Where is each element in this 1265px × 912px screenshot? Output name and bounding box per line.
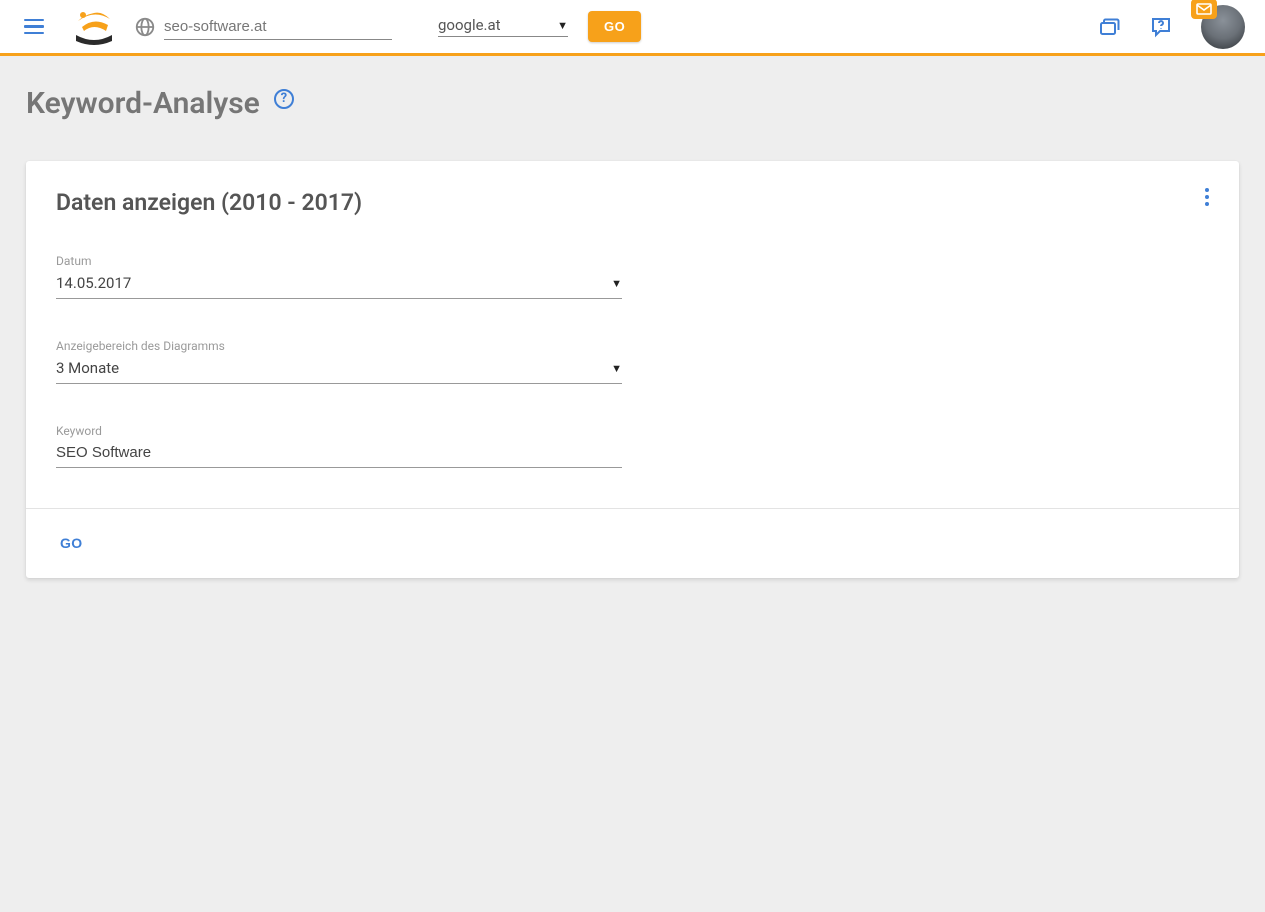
search-engine-value: google.at (438, 16, 557, 34)
keyword-field-group: Keyword (56, 424, 622, 468)
help-chat-icon[interactable] (1149, 15, 1173, 39)
page-title: Keyword-Analyse (26, 86, 260, 121)
page-title-row: Keyword-Analyse ? (26, 86, 1239, 121)
go-button[interactable]: GO (588, 11, 641, 42)
date-select[interactable]: 14.05.2017 ▼ (56, 274, 622, 299)
date-label: Datum (56, 254, 622, 268)
card-title: Daten anzeigen (2010 - 2017) (56, 189, 1209, 216)
card-actions: GO (26, 508, 1239, 578)
card-menu-button[interactable] (1205, 185, 1209, 209)
range-value: 3 Monate (56, 359, 611, 377)
keyword-input[interactable] (56, 444, 622, 461)
range-select[interactable]: 3 Monate ▼ (56, 359, 622, 384)
date-field-group: Datum 14.05.2017 ▼ (56, 254, 622, 299)
range-field-group: Anzeigebereich des Diagramms 3 Monate ▼ (56, 339, 622, 384)
user-menu[interactable] (1201, 5, 1245, 49)
domain-input[interactable] (164, 14, 392, 40)
keyword-label: Keyword (56, 424, 622, 438)
chevron-down-icon: ▼ (611, 362, 622, 375)
chevron-down-icon: ▼ (611, 277, 622, 290)
globe-icon (134, 16, 156, 38)
folders-icon[interactable] (1097, 15, 1121, 39)
app-logo[interactable] (72, 5, 116, 49)
menu-button[interactable] (24, 15, 48, 39)
topbar-right (1097, 5, 1245, 49)
mail-badge (1191, 0, 1217, 19)
card-go-button[interactable]: GO (60, 535, 83, 551)
topbar: google.at ▼ GO (0, 0, 1265, 56)
page-body: Keyword-Analyse ? Daten anzeigen (2010 -… (0, 56, 1265, 608)
filter-card: Daten anzeigen (2010 - 2017) Datum 14.05… (26, 161, 1239, 578)
date-value: 14.05.2017 (56, 274, 611, 292)
help-icon[interactable]: ? (274, 89, 294, 109)
range-label: Anzeigebereich des Diagramms (56, 339, 622, 353)
search-engine-select[interactable]: google.at ▼ (438, 16, 568, 37)
keyword-input-wrap (56, 444, 622, 468)
chevron-down-icon: ▼ (557, 19, 568, 32)
